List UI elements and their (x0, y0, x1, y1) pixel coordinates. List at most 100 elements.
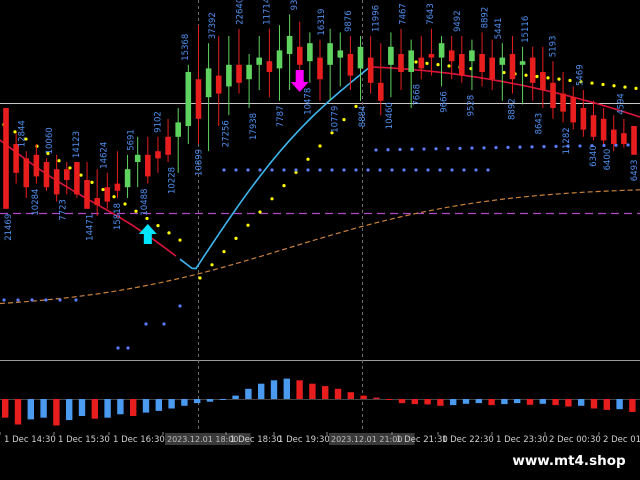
psar-dot-103 (590, 81, 594, 85)
volume-label-43: 6340 (589, 145, 599, 167)
volume-label-14: 10899 (195, 149, 205, 176)
psar-dot-70 (434, 147, 438, 151)
candle-body-14 (145, 154, 151, 177)
time-label-7: 1 Dec 21:30 (396, 435, 448, 445)
psar-dot-95 (502, 70, 506, 75)
candle-body-29 (297, 46, 303, 65)
psar-dot-46 (270, 168, 274, 172)
psar-dot-22 (74, 298, 78, 302)
histogram-bar-15 (194, 399, 201, 404)
time-label-8: 1 Dec 22:30 (442, 435, 494, 445)
volume-label-9: 5691 (127, 129, 137, 151)
candle-body-34 (347, 54, 354, 76)
candle-body-47 (479, 54, 485, 72)
volume-label-0: 21469 (4, 214, 14, 241)
histogram-bar-48 (616, 399, 623, 410)
candle-body-31 (317, 57, 323, 80)
histogram-bar-41 (526, 399, 534, 405)
candle-body-27 (276, 50, 283, 69)
histogram-bar-49 (629, 399, 636, 412)
candle-body-38 (388, 46, 394, 65)
candle-body-0 (3, 108, 9, 209)
watermark: www.mt4.shop (498, 448, 640, 474)
psar-dot-31 (234, 236, 238, 240)
candle-body-44 (448, 50, 455, 62)
histogram-bar-33 (424, 399, 431, 405)
volume-label-12: 10228 (167, 167, 177, 194)
psar-dot-86 (626, 143, 630, 147)
candle-body-23 (236, 64, 242, 83)
candle-body-17 (175, 122, 181, 137)
psar-dot-63 (474, 168, 478, 172)
histogram-bar-18 (232, 395, 239, 399)
psar-dot-40 (342, 118, 346, 122)
volume-label-1: 12844 (18, 120, 28, 147)
volume-label-16: 27256 (222, 120, 232, 147)
candle-body-48 (489, 57, 495, 80)
volume-label-21: 9378 (290, 0, 300, 10)
volume-label-10: 10488 (140, 189, 150, 216)
psar-dot-24 (126, 346, 130, 350)
psar-dot-28 (198, 276, 202, 280)
psar-dot-84 (602, 143, 606, 148)
candle-body-54 (550, 82, 556, 108)
candle-body-16 (165, 136, 171, 155)
volume-label-26: 8884 (358, 106, 368, 128)
candle-body-49 (499, 57, 506, 65)
candle-body-25 (256, 57, 262, 65)
psar-dot-27 (178, 304, 182, 308)
psar-dot-64 (486, 168, 490, 172)
psar-dot-6 (68, 166, 72, 170)
candle-body-12 (124, 169, 131, 188)
candle-body-10 (104, 187, 111, 202)
candle-body-37 (378, 82, 384, 101)
psar-dot-21 (58, 298, 62, 302)
psar-dot-107 (634, 86, 638, 90)
psar-dot-71 (446, 146, 450, 151)
histogram-bar-34 (437, 399, 444, 406)
volume-label-3: 10060 (45, 127, 55, 154)
psar-dot-101 (568, 78, 572, 83)
histogram-bar-30 (386, 399, 393, 400)
psar-dot-62 (462, 168, 466, 172)
volume-label-20: 7787 (276, 106, 286, 128)
histogram-bar-17 (219, 399, 226, 400)
psar-dot-57 (402, 168, 406, 172)
histogram-bar-16 (206, 399, 214, 402)
psar-dot-15 (167, 231, 171, 235)
histogram-bar-6 (78, 399, 86, 416)
psar-dot-65 (374, 148, 378, 152)
psar-dot-75 (494, 146, 498, 150)
histogram-bar-2 (27, 399, 34, 420)
price-chart: 21469 12844 10284 10060 7723 14123 14471 14624 1… (0, 0, 640, 445)
candle-body-30 (307, 43, 313, 62)
candle-body-1 (13, 144, 19, 173)
psar-dot-44 (246, 168, 250, 172)
psar-dot-90 (447, 64, 451, 68)
psar-dot-45 (258, 168, 262, 172)
histogram-bar-45 (578, 399, 585, 406)
histogram-bar-1 (14, 399, 22, 425)
psar-dot-18 (16, 298, 20, 302)
candle-body-35 (357, 46, 364, 69)
time-axis: 1 Dec 14:30 1 Dec 15:30 1 Dec 16:30 2023.12… (0, 432, 640, 445)
histogram-bar-26 (334, 388, 342, 399)
histogram-bar-21 (270, 380, 278, 399)
psar-dot-50 (318, 168, 322, 172)
histogram-bar-35 (450, 399, 457, 406)
slow-moving-average (0, 189, 640, 305)
psar-dot-74 (482, 146, 486, 150)
psar-dot-38 (318, 144, 322, 148)
psar-dot-106 (623, 85, 627, 89)
volume-label-28: 10460 (385, 102, 395, 129)
candle-body-20 (205, 68, 212, 98)
histogram-bar-19 (245, 388, 252, 399)
psar-dot-79 (542, 145, 546, 149)
histogram-bar-25 (322, 386, 329, 399)
candle-body-42 (428, 54, 435, 58)
psar-dot-51 (330, 168, 334, 172)
histogram-bar-27 (347, 392, 354, 399)
volume-label-18: 17938 (249, 113, 259, 140)
time-label-11: 2 Dec 01:30 (603, 435, 640, 445)
psar-dot-47 (282, 168, 286, 172)
